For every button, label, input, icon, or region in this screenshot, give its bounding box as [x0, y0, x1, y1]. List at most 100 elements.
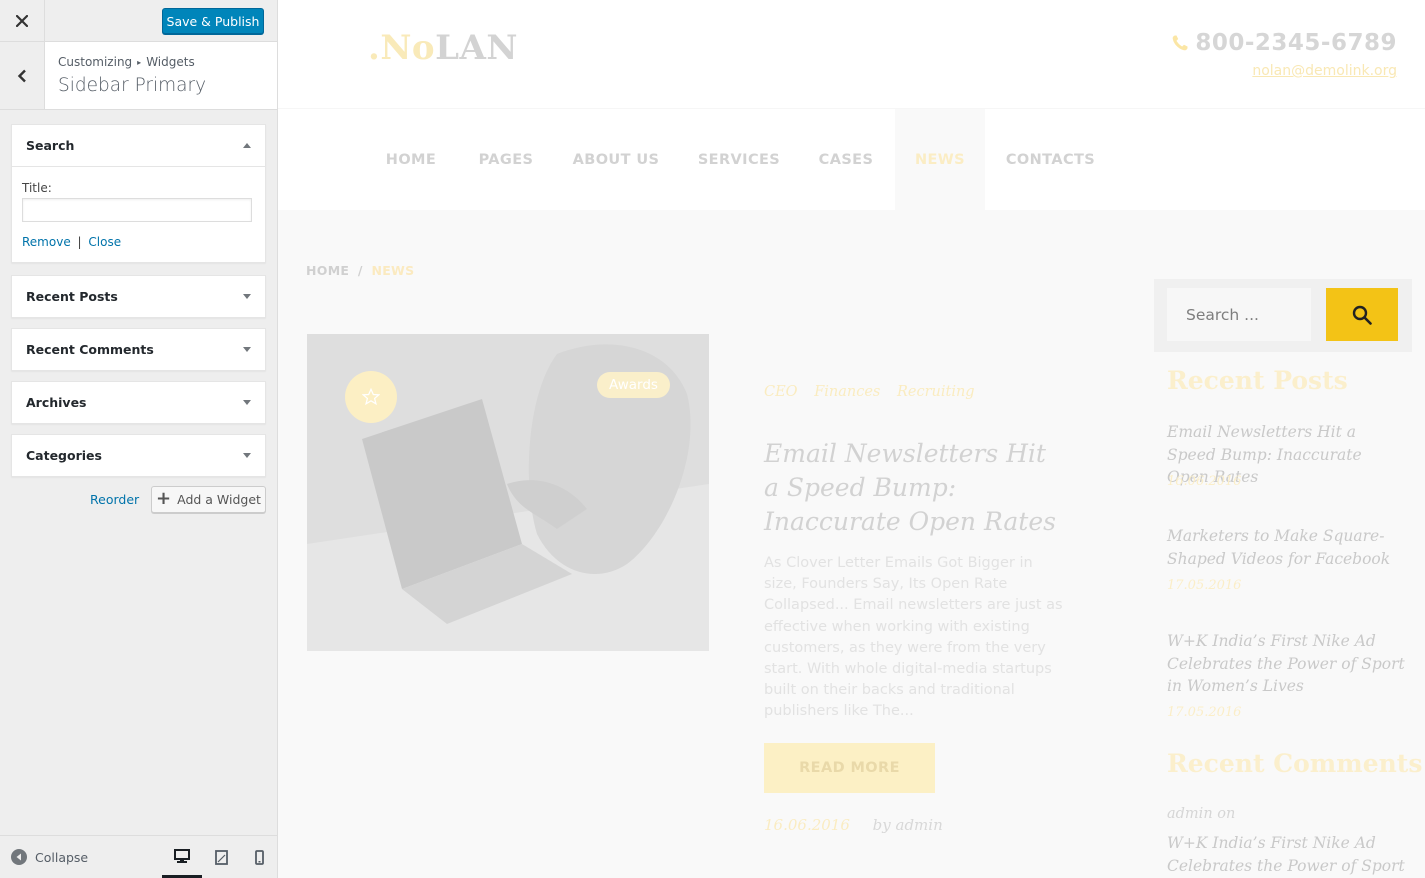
plus-icon: +	[156, 487, 172, 509]
site-preview: .NoLAN 800-2345-6789 nolan@demolink.org …	[278, 0, 1425, 878]
collapse-label: Collapse	[35, 849, 89, 865]
star-icon	[362, 388, 380, 406]
widget-header[interactable]: Archives	[12, 382, 265, 423]
widget-title: Categories	[26, 448, 102, 463]
nav-contacts[interactable]: CONTACTS	[998, 109, 1103, 211]
nav-cases[interactable]: CASES	[808, 109, 884, 211]
save-publish-button[interactable]: Save & Publish	[162, 8, 264, 34]
tablet-preview-button[interactable]	[201, 836, 241, 878]
widget-header[interactable]: Recent Comments	[12, 329, 265, 370]
mobile-preview-button[interactable]	[239, 836, 279, 878]
widget-recent-comments[interactable]: Recent Comments	[11, 328, 266, 371]
nav-news[interactable]: NEWS	[895, 109, 985, 211]
close-link[interactable]: Close	[88, 235, 121, 249]
widget-header[interactable]: Recent Posts	[12, 276, 265, 317]
post-date: 16.06.2016	[764, 816, 850, 834]
collapse-button[interactable]: Collapse	[11, 849, 88, 865]
customizer-header: Save & Publish	[0, 0, 277, 42]
title-field[interactable]	[22, 198, 252, 222]
recent-posts-heading: Recent Posts	[1167, 366, 1348, 395]
nav-pages[interactable]: PAGES	[466, 109, 546, 211]
post-title[interactable]: Email Newsletters Hit a Speed Bump: Inac…	[764, 437, 1064, 539]
back-button[interactable]	[0, 42, 45, 109]
logo-part-1: .No	[368, 28, 436, 68]
recent-post-link[interactable]: W+K India’s First Nike Ad Celebrates the…	[1167, 630, 1407, 698]
header-phone: 800-2345-6789	[1171, 30, 1397, 56]
close-icon	[16, 15, 28, 27]
site-logo[interactable]: .NoLAN	[368, 28, 518, 68]
post-image[interactable]: Awards	[307, 334, 709, 651]
reorder-link[interactable]: Reorder	[90, 492, 139, 507]
recent-post-date: 17.05.2016	[1167, 578, 1242, 593]
post-tag[interactable]: Awards	[597, 372, 670, 398]
breadcrumb-root: Customizing	[58, 55, 133, 69]
sidebar-search-widget: Search ...	[1154, 279, 1412, 352]
post-author[interactable]: by admin	[873, 816, 943, 834]
customizer-panel: Save & Publish Customizing ▸ Widgets Sideb…	[0, 0, 278, 878]
nav-home[interactable]: HOME	[371, 109, 451, 211]
arrow-up-icon[interactable]	[243, 143, 251, 148]
arrow-down-icon[interactable]	[243, 453, 251, 458]
post-excerpt: As Clover Letter Emails Got Bigger in si…	[764, 555, 1063, 720]
breadcrumb-separator: /	[357, 263, 363, 278]
nav-about-us[interactable]: ABOUT US	[561, 109, 671, 211]
post-meta: 16.06.2016 by admin	[764, 816, 943, 834]
arrow-down-icon[interactable]	[243, 400, 251, 405]
widget-header[interactable]: Search	[12, 125, 265, 166]
widget-controls: Remove | Close	[22, 235, 255, 249]
header-email-link[interactable]: nolan@demolink.org	[1252, 63, 1397, 79]
read-more-button[interactable]: READ MORE	[764, 743, 935, 793]
collapse-icon	[11, 849, 27, 865]
widget-recent-posts[interactable]: Recent Posts	[11, 275, 266, 318]
widget-title: Search	[26, 138, 75, 153]
desktop-icon	[174, 848, 190, 863]
site-header: .NoLAN 800-2345-6789 nolan@demolink.org	[278, 0, 1425, 108]
recent-post-date: 16.06.2016	[1167, 474, 1242, 489]
widget-header[interactable]: Categories	[12, 435, 265, 476]
recent-post-date: 17.05.2016	[1167, 705, 1242, 720]
customizer-breadcrumb: Customizing ▸ Widgets	[58, 55, 195, 69]
phone-number: 800-2345-6789	[1195, 30, 1397, 56]
logo-part-2: LAN	[435, 28, 518, 68]
recent-comments-heading: Recent Comments	[1167, 749, 1423, 778]
breadcrumb-separator-icon: ▸	[137, 58, 142, 67]
arrow-down-icon[interactable]	[243, 347, 251, 352]
main-nav: HOME PAGES ABOUT US SERVICES CASES NEWS …	[278, 108, 1425, 211]
mobile-icon	[254, 849, 264, 865]
widget-title: Recent Comments	[26, 342, 154, 357]
breadcrumb-home[interactable]: HOME	[306, 263, 349, 278]
widget-body: Title: Remove | Close	[12, 166, 265, 261]
comment-post-link[interactable]: W+K India’s First Nike Ad Celebrates the…	[1167, 832, 1407, 877]
widget-search: Search Title: Remove | Close	[11, 124, 266, 263]
title-label: Title:	[22, 181, 52, 195]
add-widget-button[interactable]: + Add a Widget	[151, 486, 266, 513]
desktop-preview-button[interactable]	[162, 836, 202, 878]
tablet-icon	[214, 849, 228, 865]
category-link[interactable]: Finances	[814, 384, 880, 400]
widget-title: Archives	[26, 395, 87, 410]
category-link[interactable]: Recruiting	[897, 384, 975, 400]
category-link[interactable]: CEO	[764, 384, 798, 400]
add-widget-label: Add a Widget	[177, 492, 261, 507]
search-icon	[1352, 305, 1372, 325]
controls-divider: |	[77, 235, 82, 249]
widget-categories[interactable]: Categories	[11, 434, 266, 477]
arrow-down-icon[interactable]	[243, 294, 251, 299]
remove-link[interactable]: Remove	[22, 235, 71, 249]
post-categories: CEO Finances Recruiting	[764, 384, 987, 400]
comment-author: admin on	[1167, 806, 1236, 822]
featured-badge	[345, 371, 397, 423]
nav-services[interactable]: SERVICES	[686, 109, 792, 211]
search-submit-button[interactable]	[1326, 288, 1398, 341]
phone-icon	[1173, 35, 1188, 51]
chevron-left-icon	[17, 69, 26, 82]
recent-post-link[interactable]: Marketers to Make Square-Shaped Videos f…	[1167, 525, 1407, 570]
sidebar-search-input[interactable]: Search ...	[1167, 288, 1311, 341]
breadcrumb-current: Widgets	[146, 55, 195, 69]
widget-title: Recent Posts	[26, 289, 118, 304]
panel-title: Sidebar Primary	[58, 75, 207, 96]
close-customizer-button[interactable]	[0, 0, 45, 42]
page-breadcrumb: HOME / NEWS	[306, 263, 414, 278]
breadcrumb-current: NEWS	[371, 263, 415, 278]
widget-archives[interactable]: Archives	[11, 381, 266, 424]
